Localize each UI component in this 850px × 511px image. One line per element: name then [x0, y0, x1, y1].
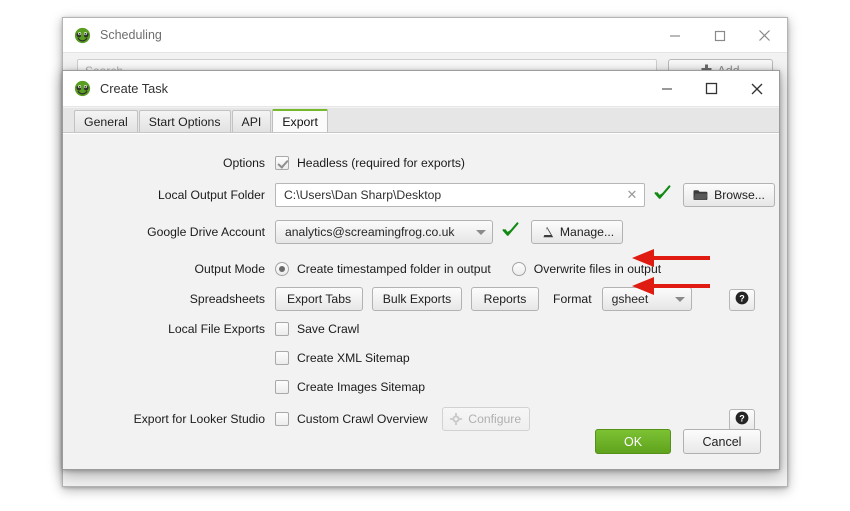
cancel-button[interactable]: Cancel [683, 429, 761, 454]
row-looker-studio: Export for Looker Studio Custom Crawl Ov… [63, 406, 530, 432]
create-task-dialog: Create Task General Start Options API Ex… [62, 70, 780, 470]
radio-create-timestamped-folder[interactable] [275, 262, 289, 276]
row-create-xml-sitemap: Create XML Sitemap [63, 345, 410, 371]
looker-studio-help-button[interactable]: ? [729, 409, 755, 431]
browse-label: Browse... [714, 188, 765, 202]
create-task-minimize-button[interactable] [644, 71, 689, 106]
create-task-window-title: Create Task [100, 81, 169, 96]
clear-icon[interactable]: ✕ [623, 184, 641, 206]
local-output-folder-input[interactable]: C:\Users\Dan Sharp\Desktop ✕ [275, 183, 645, 207]
google-drive-account-select[interactable]: analytics@screamingfrog.co.uk [275, 220, 493, 244]
spreadsheets-label: Spreadsheets [189, 292, 265, 306]
svg-text:?: ? [739, 293, 745, 303]
chevron-down-icon [476, 229, 486, 235]
valid-check-icon [654, 184, 671, 206]
save-crawl-checkbox[interactable] [275, 322, 289, 336]
create-xml-sitemap-checkbox[interactable] [275, 351, 289, 365]
google-drive-account-value: analytics@screamingfrog.co.uk [285, 225, 455, 239]
radio-overwrite-files[interactable] [511, 262, 526, 276]
local-output-folder-label: Local Output Folder [157, 188, 265, 202]
browse-button[interactable]: Browse... [683, 183, 775, 207]
screaming-frog-logo-icon [74, 27, 91, 44]
create-task-titlebar: Create Task [63, 71, 779, 107]
scheduling-window-controls [652, 18, 787, 53]
radio-create-timestamped-folder-label: Create timestamped folder in output [297, 262, 491, 276]
scheduling-maximize-button[interactable] [697, 18, 742, 53]
row-output-mode: Output Mode Create timestamped folder in… [63, 256, 661, 282]
reports-label: Reports [483, 292, 527, 306]
gear-icon [450, 413, 463, 425]
local-output-folder-value: C:\Users\Dan Sharp\Desktop [284, 188, 442, 202]
tab-export[interactable]: Export [272, 109, 328, 132]
ok-button[interactable]: OK [595, 429, 671, 454]
tab-api[interactable]: API [231, 110, 272, 132]
tab-start-options-label: Start Options [148, 114, 221, 129]
row-options: Options Headless (required for exports) [63, 150, 465, 176]
ok-label: OK [623, 434, 643, 449]
google-drive-account-label: Google Drive Account [147, 225, 265, 239]
create-images-sitemap-checkbox[interactable] [275, 380, 289, 394]
create-task-tabstrip: General Start Options API Export [63, 108, 779, 133]
help-icon: ? [735, 291, 749, 310]
create-xml-sitemap-label: Create XML Sitemap [297, 351, 410, 365]
screaming-frog-logo-icon [74, 80, 91, 97]
svg-text:?: ? [739, 413, 745, 423]
row-create-images-sitemap: Create Images Sitemap [63, 374, 425, 400]
export-tabs-button[interactable]: Export Tabs [275, 287, 363, 311]
configure-button[interactable]: Configure [441, 407, 530, 431]
annotation-arrow-format [632, 277, 710, 295]
tab-api-label: API [241, 114, 262, 129]
valid-check-icon [502, 221, 519, 243]
local-file-exports-label: Local File Exports [168, 322, 265, 336]
tab-general[interactable]: General [74, 110, 138, 132]
scheduling-minimize-button[interactable] [652, 18, 697, 53]
folder-icon [693, 189, 708, 201]
scheduling-titlebar: Scheduling [63, 18, 787, 53]
tab-start-options[interactable]: Start Options [138, 110, 231, 132]
custom-crawl-overview-checkbox[interactable] [275, 412, 289, 426]
create-task-maximize-button[interactable] [689, 71, 734, 106]
reports-button[interactable]: Reports [471, 287, 539, 311]
scheduling-window-title: Scheduling [100, 28, 162, 42]
bulk-exports-label: Bulk Exports [382, 292, 452, 306]
export-tabs-label: Export Tabs [286, 292, 352, 306]
headless-checkbox[interactable] [275, 156, 289, 170]
row-google-drive-account: Google Drive Account analytics@screaming… [63, 219, 623, 245]
custom-crawl-overview-label: Custom Crawl Overview [297, 412, 428, 426]
spreadsheets-help-button[interactable]: ? [729, 289, 755, 311]
google-drive-icon [540, 226, 554, 238]
manage-button[interactable]: Manage... [531, 220, 623, 244]
bulk-exports-button[interactable]: Bulk Exports [372, 287, 462, 311]
tab-general-label: General [84, 114, 128, 129]
options-label: Options [222, 156, 265, 170]
export-tab-panel: Options Headless (required for exports) … [63, 133, 779, 469]
annotation-arrow-output-mode [632, 249, 710, 267]
create-task-window-controls [644, 71, 779, 106]
create-images-sitemap-label: Create Images Sitemap [297, 380, 426, 394]
scheduling-close-button[interactable] [742, 18, 787, 53]
row-local-output-folder: Local Output Folder C:\Users\Dan Sharp\D… [63, 182, 775, 208]
tab-export-label: Export [282, 114, 318, 129]
configure-label: Configure [468, 412, 522, 426]
output-mode-label: Output Mode [194, 262, 265, 276]
format-label: Format [553, 292, 592, 306]
cancel-label: Cancel [702, 434, 742, 449]
row-local-file-exports: Local File Exports Save Crawl [63, 316, 359, 342]
screenshot-root: Scheduling Search [0, 0, 850, 511]
looker-studio-label: Export for Looker Studio [133, 412, 265, 426]
create-task-close-button[interactable] [734, 71, 779, 106]
chevron-down-icon [674, 296, 685, 302]
row-spreadsheets: Spreadsheets Export Tabs Bulk Exports Re… [63, 286, 692, 312]
headless-label: Headless (required for exports) [297, 156, 465, 170]
help-icon: ? [735, 411, 749, 430]
manage-label: Manage... [559, 225, 615, 239]
save-crawl-label: Save Crawl [297, 322, 360, 336]
